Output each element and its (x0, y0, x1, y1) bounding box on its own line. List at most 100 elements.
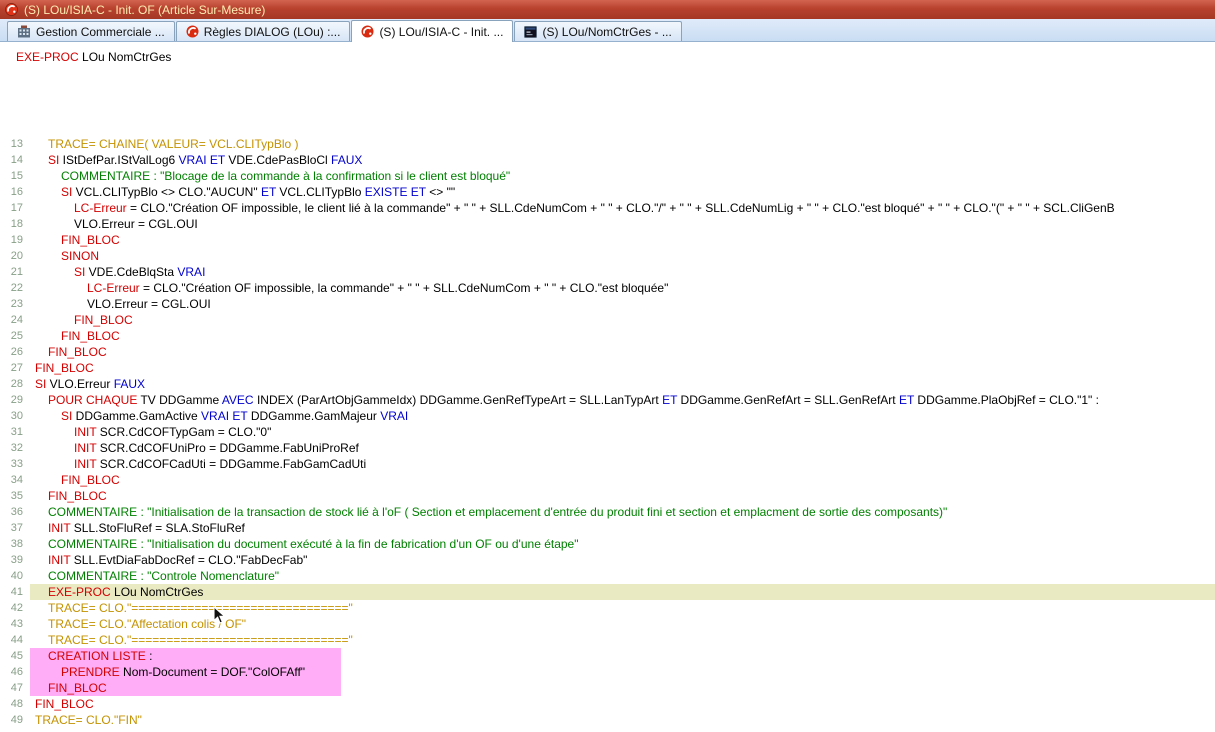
code-line-29[interactable]: 29POUR CHAQUE TV DDGamme AVEC INDEX (Par… (0, 392, 1215, 408)
code-line-content: SI VLO.Erreur FAUX (30, 376, 145, 392)
code-line-26[interactable]: 26FIN_BLOC (0, 344, 1215, 360)
code-token: LOu NomCtrGes (111, 585, 204, 599)
procedure-header[interactable]: EXE-PROC LOu NomCtrGes (0, 42, 1215, 131)
code-line-37[interactable]: 37INIT SLL.StoFluRef = SLA.StoFluRef (0, 520, 1215, 536)
code-token: FIN_BLOC (74, 313, 133, 327)
line-number: 21 (0, 264, 30, 280)
code-token: VRAI ET (201, 409, 247, 423)
code-line-content: FIN_BLOC (30, 232, 120, 248)
code-token: VLO.Erreur = CGL.OUI (87, 297, 211, 311)
code-line-content: SI VDE.CdeBlqSta VRAI (30, 264, 205, 280)
code-line-36[interactable]: 36COMMENTAIRE : "Initialisation de la tr… (0, 504, 1215, 520)
code-token: POUR CHAQUE (48, 393, 137, 407)
code-token: VLO.Erreur = CGL.OUI (74, 217, 198, 231)
code-line-content: INIT SCR.CdCOFCadUti = DDGamme.FabGamCad… (30, 456, 366, 472)
code-line-content: FIN_BLOC (30, 680, 341, 696)
code-line-25[interactable]: 25FIN_BLOC (0, 328, 1215, 344)
code-token: COMMENTAIRE : "Controle Nomenclature" (48, 569, 279, 583)
code-line-28[interactable]: 28SI VLO.Erreur FAUX (0, 376, 1215, 392)
code-line-13[interactable]: 13 TRACE= CHAINE( VALEUR= VCL.CLITypBlo ) (0, 136, 1215, 152)
code-line-content: FIN_BLOC (30, 328, 120, 344)
line-number: 44 (0, 632, 30, 648)
code-line-content: CREATION LISTE : (30, 648, 341, 664)
code-line-15[interactable]: 15 COMMENTAIRE : "Blocage de la commande … (0, 168, 1215, 184)
header-keyword: EXE-PROC (16, 50, 79, 64)
code-token: SCR.CdCOFCadUti = DDGamme.FabGamCadUti (96, 457, 366, 471)
tab-isia-c-init[interactable]: (S) LOu/ISIA-C - Init. ... (351, 20, 513, 42)
code-line-48[interactable]: 48FIN_BLOC (0, 696, 1215, 712)
code-token: EXE-PROC (48, 585, 111, 599)
code-line-30[interactable]: 30SI DDGamme.GamActive VRAI ET DDGamme.G… (0, 408, 1215, 424)
code-line-18[interactable]: 18VLO.Erreur = CGL.OUI (0, 216, 1215, 232)
code-token: COMMENTAIRE : "Initialisation du documen… (48, 537, 579, 551)
code-token: COMMENTAIRE : "Blocage de la commande à … (61, 169, 510, 183)
code-line-45[interactable]: 45CREATION LISTE : (0, 648, 1215, 664)
line-number: 20 (0, 248, 30, 264)
code-token: FAUX (331, 153, 362, 167)
code-line-content: SI IStDefPar.IStValLog6 VRAI ET VDE.CdeP… (30, 152, 362, 168)
line-number: 13 (0, 136, 30, 152)
code-line-16[interactable]: 16SI VCL.CLITypBlo <> CLO."AUCUN" ET VCL… (0, 184, 1215, 200)
line-number: 25 (0, 328, 30, 344)
code-line-38[interactable]: 38 COMMENTAIRE : "Initialisation du docum… (0, 536, 1215, 552)
code-token: INIT (74, 457, 96, 471)
code-token: = CLO."Création OF impossible, la comman… (140, 281, 669, 295)
code-line-content: TRACE= CLO."============================… (30, 632, 353, 648)
code-token: SI (48, 153, 59, 167)
tab-label: (S) LOu/ISIA-C - Init. ... (379, 25, 503, 39)
code-line-content: SI DDGamme.GamActive VRAI ET DDGamme.Gam… (30, 408, 408, 424)
code-line-27[interactable]: 27FIN_BLOC (0, 360, 1215, 376)
code-token: TRACE= CHAINE( VALEUR= VCL.CLITypBlo ) (48, 137, 299, 151)
code-line-35[interactable]: 35FIN_BLOC (0, 488, 1215, 504)
code-token: FIN_BLOC (48, 489, 107, 503)
code-line-41[interactable]: 41EXE-PROC LOu NomCtrGes (0, 584, 1215, 600)
code-token: INIT (48, 553, 70, 567)
tab-gestion-commerciale[interactable]: Gestion Commerciale ... (7, 21, 175, 41)
code-token: SI (35, 377, 46, 391)
code-line-content: FIN_BLOC (30, 696, 94, 712)
console-icon (524, 26, 537, 38)
code-line-content: PRENDRE Nom-Document = DOF."ColOFAff" (30, 664, 341, 680)
code-token: FIN_BLOC (48, 345, 107, 359)
code-line-19[interactable]: 19FIN_BLOC (0, 232, 1215, 248)
line-number: 15 (0, 168, 30, 184)
code-line-content: LC-Erreur = CLO."Création OF impossible,… (30, 280, 668, 296)
code-line-14[interactable]: 14SI IStDefPar.IStValLog6 VRAI ET VDE.Cd… (0, 152, 1215, 168)
code-line-42[interactable]: 42TRACE= CLO."==========================… (0, 600, 1215, 616)
code-token: IStDefPar.IStValLog6 (59, 153, 178, 167)
line-number: 38 (0, 536, 30, 552)
code-token: INDEX (ParArtObjGammeIdx) DDGamme.GenRef… (254, 393, 662, 407)
code-line-43[interactable]: 43TRACE= CLO."Affectation colis / OF" (0, 616, 1215, 632)
code-token: VDE.CdePasBloCl (225, 153, 331, 167)
code-line-49[interactable]: 49TRACE= CLO."FIN" (0, 712, 1215, 728)
code-line-40[interactable]: 40COMMENTAIRE : "Controle Nomenclature" (0, 568, 1215, 584)
line-number: 27 (0, 360, 30, 376)
code-line-39[interactable]: 39INIT SLL.EvtDiaFabDocRef = CLO."FabDec… (0, 552, 1215, 568)
tab-regles-dialog[interactable]: Règles DIALOG (LOu) :... (176, 21, 351, 41)
line-number: 43 (0, 616, 30, 632)
code-token: FAUX (114, 377, 145, 391)
code-token: TRACE= CLO."============================… (48, 601, 353, 615)
code-line-20[interactable]: 20SINON (0, 248, 1215, 264)
code-line-33[interactable]: 33INIT SCR.CdCOFCadUti = DDGamme.FabGamC… (0, 456, 1215, 472)
code-token: LC-Erreur (87, 281, 140, 295)
code-line-34[interactable]: 34FIN_BLOC (0, 472, 1215, 488)
code-token: TRACE= CLO."FIN" (35, 713, 142, 727)
code-line-32[interactable]: 32INIT SCR.CdCOFUniPro = DDGamme.FabUniP… (0, 440, 1215, 456)
tab-nomctrges[interactable]: (S) LOu/NomCtrGes - ... (514, 21, 681, 41)
code-line-31[interactable]: 31INIT SCR.CdCOFTypGam = CLO."0" (0, 424, 1215, 440)
code-editor[interactable]: 13 TRACE= CHAINE( VALEUR= VCL.CLITypBlo )… (0, 131, 1215, 732)
code-line-21[interactable]: 21SI VDE.CdeBlqSta VRAI (0, 264, 1215, 280)
code-line-47[interactable]: 47FIN_BLOC (0, 680, 1215, 696)
code-line-17[interactable]: 17LC-Erreur = CLO."Création OF impossibl… (0, 200, 1215, 216)
code-line-46[interactable]: 46PRENDRE Nom-Document = DOF."ColOFAff" (0, 664, 1215, 680)
line-number: 46 (0, 664, 30, 680)
code-line-22[interactable]: 22LC-Erreur = CLO."Création OF impossibl… (0, 280, 1215, 296)
line-number: 29 (0, 392, 30, 408)
code-line-content: SINON (30, 248, 99, 264)
code-line-23[interactable]: 23VLO.Erreur = CGL.OUI (0, 296, 1215, 312)
code-line-44[interactable]: 44TRACE= CLO."==========================… (0, 632, 1215, 648)
code-line-24[interactable]: 24FIN_BLOC (0, 312, 1215, 328)
code-line-content: LC-Erreur = CLO."Création OF impossible,… (30, 200, 1115, 216)
code-token: DDGamme.PlaObjRef = CLO."1" : (914, 393, 1099, 407)
